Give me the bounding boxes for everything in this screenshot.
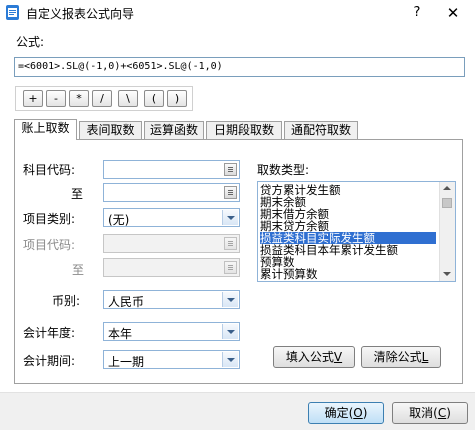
clear-formula-button[interactable]: 清除公式L: [361, 346, 441, 368]
right-paren-button[interactable]: ): [167, 90, 187, 107]
tab-cross-table-fetch[interactable]: 表间取数: [79, 121, 142, 139]
tab-wildcard-fetch[interactable]: 通配符取数: [284, 121, 358, 139]
item-category-value: (无): [108, 213, 130, 227]
clear-formula-key: L: [421, 350, 429, 364]
item-code-from-field: [103, 234, 240, 253]
cancel-key: C: [437, 406, 447, 420]
insert-formula-key: V: [333, 350, 343, 364]
divide-button[interactable]: /: [92, 90, 112, 107]
scroll-down-icon[interactable]: [443, 272, 451, 276]
window-title: 自定义报表公式向导: [26, 7, 135, 21]
tab-account-fetch[interactable]: 账上取数: [14, 119, 77, 140]
cancel-button[interactable]: 取消(C): [392, 402, 468, 424]
fetch-type-label: 取数类型:: [257, 163, 310, 177]
account-to-label: 至: [71, 187, 84, 201]
scroll-up-icon[interactable]: [443, 186, 451, 190]
tab-date-range-fetch[interactable]: 日期段取数: [206, 121, 282, 139]
item-category-select[interactable]: (无): [103, 208, 240, 227]
account-code-to-field[interactable]: [103, 183, 240, 202]
backslash-button[interactable]: \: [118, 90, 138, 107]
fiscal-year-select[interactable]: 本年: [103, 322, 240, 341]
chevron-down-icon[interactable]: [222, 210, 238, 225]
multiply-button[interactable]: *: [69, 90, 89, 107]
list-item[interactable]: 贷方累计发生额: [260, 184, 436, 196]
currency-select[interactable]: 人民币: [103, 290, 240, 309]
account-code-from-field[interactable]: [103, 160, 240, 179]
scroll-thumb[interactable]: [442, 198, 452, 208]
chevron-down-icon[interactable]: [222, 324, 238, 339]
fetch-type-listbox[interactable]: 贷方累计发生额 期末余额 期末借方余额 期末贷方余额 损益类科目实际发生额 损益…: [257, 181, 456, 282]
ok-button[interactable]: 确定(O): [308, 402, 384, 424]
tab-functions[interactable]: 运算函数: [144, 121, 204, 139]
clear-formula-label: 清除公式: [373, 350, 422, 364]
item-code-to-field: [103, 258, 240, 277]
ok-label: 确定: [324, 406, 349, 420]
chevron-down-icon[interactable]: [222, 352, 238, 367]
list-picker-icon[interactable]: [224, 163, 237, 176]
fiscal-period-select[interactable]: 上一期: [103, 350, 240, 369]
listbox-scrollbar[interactable]: [439, 182, 455, 281]
left-paren-button[interactable]: (: [144, 90, 164, 107]
currency-value: 人民币: [108, 295, 145, 309]
item-code-label: 项目代码:: [23, 238, 76, 252]
formula-label: 公式:: [16, 35, 45, 49]
minus-button[interactable]: -: [46, 90, 66, 107]
formula-input[interactable]: =<6001>.SL@(-1,0)+<6051>.SL@(-1,0): [14, 57, 465, 77]
close-button[interactable]: ✕: [442, 3, 464, 23]
plus-button[interactable]: +: [23, 90, 43, 107]
list-item[interactable]: 期末贷方余额: [260, 220, 436, 232]
chevron-down-icon[interactable]: [222, 292, 238, 307]
list-item[interactable]: 预算数: [260, 256, 436, 268]
fiscal-period-value: 上一期: [108, 355, 145, 369]
item-category-label: 项目类别:: [23, 212, 76, 226]
list-item[interactable]: 期末借方余额: [260, 208, 436, 220]
list-picker-icon: [224, 237, 237, 250]
item-to-label: 至: [72, 263, 85, 277]
help-button[interactable]: ?: [408, 3, 426, 23]
list-item[interactable]: 期末余额: [260, 196, 436, 208]
report-formula-icon: [6, 5, 19, 20]
list-item[interactable]: 累计预算数: [260, 268, 436, 280]
account-code-label: 科目代码:: [23, 163, 76, 177]
list-item[interactable]: 损益类科目本年累计发生额: [260, 244, 436, 256]
ok-key: O: [353, 406, 363, 420]
insert-formula-label: 填入公式: [285, 350, 334, 364]
currency-label: 币别:: [52, 294, 81, 308]
list-picker-icon: [224, 261, 237, 274]
cancel-label: 取消: [409, 406, 434, 420]
list-item-selected[interactable]: 损益类科目实际发生额: [260, 232, 436, 244]
fiscal-year-value: 本年: [108, 327, 133, 341]
list-picker-icon[interactable]: [224, 186, 237, 199]
fiscal-year-label: 会计年度:: [23, 326, 76, 340]
insert-formula-button[interactable]: 填入公式V: [273, 346, 355, 368]
fiscal-period-label: 会计期间:: [23, 354, 76, 368]
